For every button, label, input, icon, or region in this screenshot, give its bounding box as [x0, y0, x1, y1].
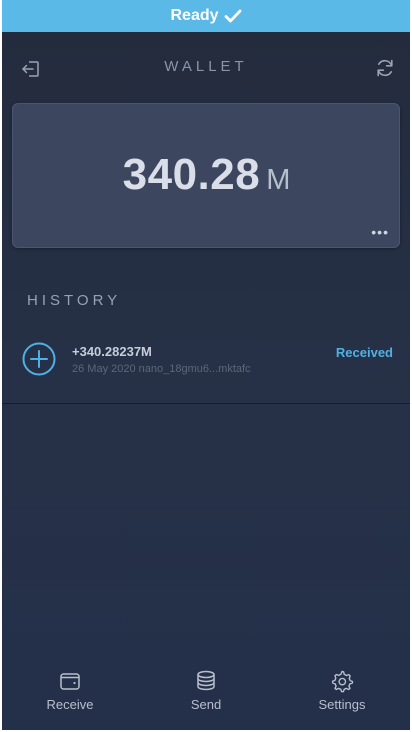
status-bar: Ready	[2, 0, 410, 32]
balance-display: 340.28 M	[13, 150, 401, 200]
nav-settings-label: Settings	[318, 697, 366, 712]
balance-amount: 340.28	[122, 150, 261, 199]
transaction-row[interactable]: +340.28237M 26 May 2020 nano_18gmu6...mk…	[2, 334, 410, 404]
plus-circle-icon	[22, 342, 56, 376]
header: WALLET	[2, 52, 410, 84]
page-title: WALLET	[164, 58, 248, 75]
refresh-icon[interactable]	[374, 57, 396, 79]
status-label: Ready	[170, 7, 219, 24]
history-title: HISTORY	[27, 292, 122, 309]
transaction-meta: 26 May 2020 nano_18gmu6...mktafc	[72, 363, 251, 375]
transaction-amount: +340.28237M	[72, 344, 152, 359]
nav-send-label: Send	[190, 697, 222, 712]
balance-unit: M	[266, 164, 292, 196]
nav-receive[interactable]: Receive	[2, 656, 138, 730]
balance-card[interactable]: 340.28 M •••	[12, 103, 400, 248]
check-icon	[224, 9, 242, 23]
transaction-status: Received	[335, 345, 393, 360]
coins-icon	[197, 670, 215, 691]
gear-icon	[331, 670, 354, 693]
nav-receive-label: Receive	[46, 697, 94, 712]
nav-send[interactable]: Send	[138, 656, 274, 730]
more-options-button[interactable]: •••	[371, 225, 389, 239]
bottom-nav: Receive Send Settings	[2, 656, 410, 730]
nav-settings[interactable]: Settings	[274, 656, 410, 730]
app-frame: Ready WALLET 340.28 M ••• HISTORY +340.2…	[2, 0, 410, 730]
wallet-icon	[60, 673, 80, 690]
